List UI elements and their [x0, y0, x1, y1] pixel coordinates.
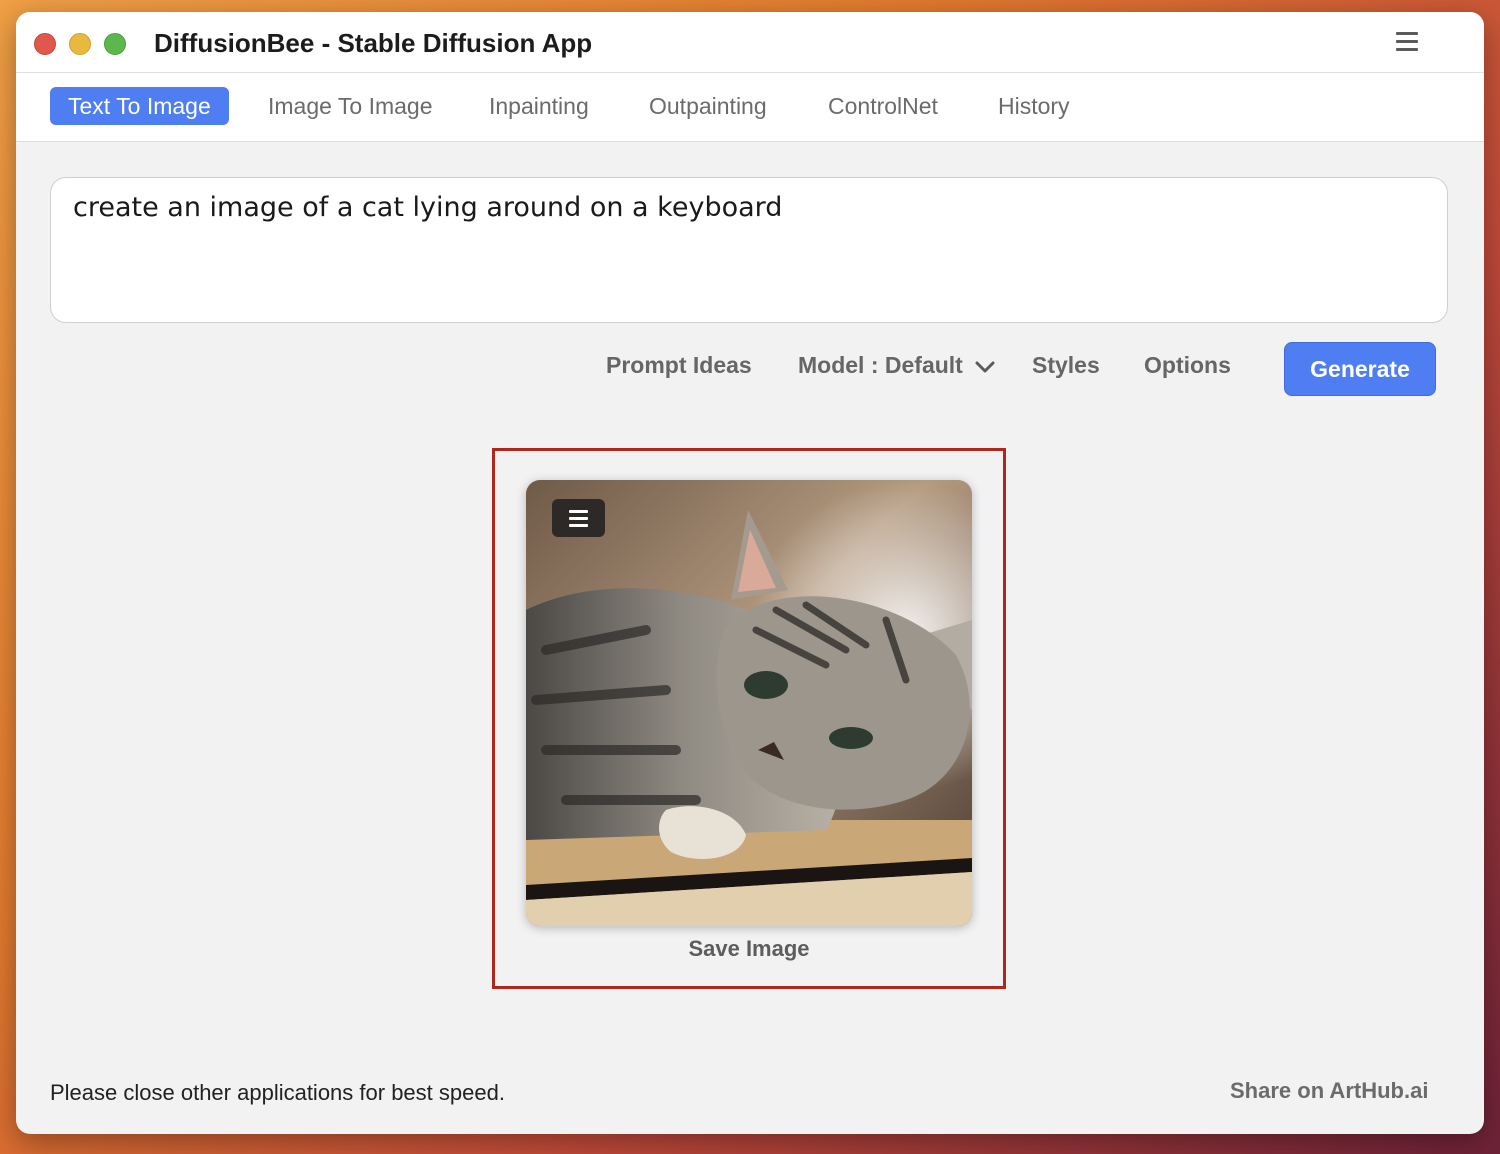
- options-button[interactable]: Options: [1144, 352, 1231, 379]
- share-arthub-link[interactable]: Share on ArtHub.ai: [1230, 1078, 1428, 1104]
- tab-inpainting[interactable]: Inpainting: [471, 87, 607, 125]
- app-title: DiffusionBee - Stable Diffusion App: [154, 28, 593, 58]
- tab-text-to-image[interactable]: Text To Image: [50, 87, 229, 125]
- chevron-down-icon: [975, 353, 995, 380]
- prompt-input[interactable]: create an image of a cat lying around on…: [50, 177, 1448, 323]
- tab-bar: Text To Image Image To Image Inpainting …: [16, 73, 1484, 142]
- tab-outpainting[interactable]: Outpainting: [631, 87, 785, 125]
- styles-button[interactable]: Styles: [1032, 352, 1100, 379]
- model-select[interactable]: Model : Default: [798, 352, 995, 380]
- tab-image-to-image[interactable]: Image To Image: [250, 87, 451, 125]
- app-window: DiffusionBee - Stable Diffusion App Text…: [16, 12, 1484, 1134]
- save-image-button[interactable]: Save Image: [492, 936, 1006, 962]
- generate-button[interactable]: Generate: [1284, 342, 1436, 396]
- zoom-window-button[interactable]: [104, 33, 126, 55]
- tab-history[interactable]: History: [980, 87, 1088, 125]
- model-select-label: Model : Default: [798, 352, 963, 378]
- minimize-window-button[interactable]: [69, 33, 91, 55]
- close-window-button[interactable]: [34, 33, 56, 55]
- generated-image[interactable]: [526, 480, 972, 926]
- hamburger-menu-icon[interactable]: [1396, 32, 1418, 51]
- title-bar: DiffusionBee - Stable Diffusion App: [16, 12, 1484, 73]
- tab-controlnet[interactable]: ControlNet: [810, 87, 956, 125]
- performance-note: Please close other applications for best…: [50, 1080, 505, 1105]
- prompt-ideas-button[interactable]: Prompt Ideas: [606, 352, 752, 379]
- image-menu-button[interactable]: [552, 499, 605, 537]
- cat-image: [526, 480, 972, 926]
